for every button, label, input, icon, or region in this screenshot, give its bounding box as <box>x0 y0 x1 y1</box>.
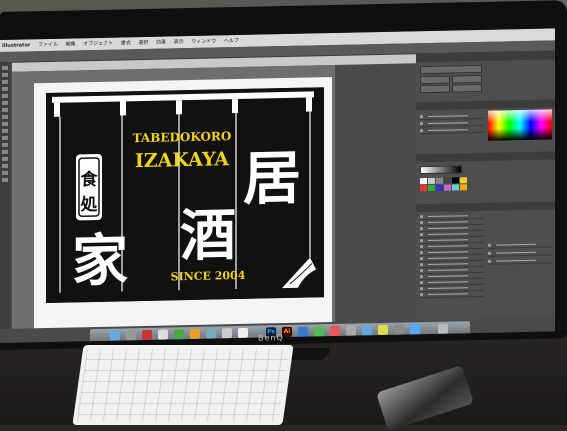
pen-tool-icon[interactable] <box>2 79 8 84</box>
pencil-tool-icon[interactable] <box>2 114 8 119</box>
font-size-field[interactable] <box>420 75 450 85</box>
app-icon[interactable] <box>346 325 356 336</box>
menu-file[interactable]: ファイル <box>38 42 58 48</box>
trash-icon[interactable] <box>438 323 448 334</box>
finder-icon[interactable] <box>110 330 120 341</box>
app-icon[interactable] <box>206 328 216 339</box>
rectangle-tool-icon[interactable] <box>2 100 8 105</box>
app-icon[interactable] <box>330 325 340 337</box>
tabedokoro-text: TABEDOKORO <box>133 129 232 145</box>
app-icon[interactable] <box>410 324 420 335</box>
character-panel-tabs[interactable] <box>416 51 555 63</box>
gradient-panel-tabs[interactable] <box>416 151 555 163</box>
kanji-left: 家 <box>72 227 128 294</box>
kanji-right: 居 <box>243 144 301 213</box>
actions-panel-tabs[interactable] <box>416 201 555 213</box>
tools-panel[interactable] <box>0 62 10 330</box>
app-icon[interactable] <box>362 325 372 336</box>
app-icon[interactable] <box>126 330 136 341</box>
gradient-tool-icon[interactable] <box>2 142 8 147</box>
layer-row[interactable] <box>488 257 552 265</box>
selection-tool-icon[interactable] <box>2 65 8 70</box>
label-char-1: 食 <box>81 169 99 190</box>
keyboard <box>72 345 294 425</box>
menu-view[interactable]: 表示 <box>174 39 184 45</box>
app-name[interactable]: Illustrator <box>2 42 30 49</box>
monitor-brand: BenQ <box>258 333 284 343</box>
noren-design[interactable]: 食 処 TABEDOKORO IZAKAYA 居 酒 家 SINCE 2004 <box>46 87 324 304</box>
izakaya-text: IZAKAYA <box>135 148 229 172</box>
line-tool-icon[interactable] <box>2 93 8 98</box>
rotate-tool-icon[interactable] <box>2 121 8 126</box>
font-field[interactable] <box>420 64 482 75</box>
appearance-panel-tabs[interactable] <box>416 99 555 111</box>
brush-tool-icon[interactable] <box>2 107 8 112</box>
appearance-row[interactable] <box>420 126 484 135</box>
menu-select[interactable]: 選択 <box>138 40 148 46</box>
kerning-field[interactable] <box>452 83 482 93</box>
blend-tool-icon[interactable] <box>2 156 8 161</box>
menu-help[interactable]: ヘルプ <box>224 38 239 44</box>
app-icon[interactable] <box>222 328 232 339</box>
color-spectrum[interactable] <box>488 109 552 141</box>
app-icon[interactable] <box>190 328 200 340</box>
direct-selection-tool-icon[interactable] <box>2 72 8 77</box>
app-icon[interactable] <box>298 326 308 337</box>
app-icon[interactable] <box>238 327 248 339</box>
scale-tool-icon[interactable] <box>2 128 8 133</box>
layer-row[interactable] <box>488 241 552 249</box>
artboard-tool-icon[interactable] <box>2 163 8 168</box>
hand-tool-icon[interactable] <box>2 170 8 175</box>
type-tool-icon[interactable] <box>2 86 8 91</box>
canvas-area[interactable]: 食 処 TABEDOKORO IZAKAYA 居 酒 家 SINCE 2004 <box>12 64 335 329</box>
app-icon[interactable] <box>142 329 152 341</box>
layer-row[interactable] <box>488 249 552 257</box>
eyedropper-tool-icon[interactable] <box>2 149 8 154</box>
menu-edit[interactable]: 編集 <box>66 41 76 47</box>
menu-window[interactable]: ウィンドウ <box>191 38 216 45</box>
panels-dock[interactable] <box>416 51 555 321</box>
app-icon[interactable] <box>378 324 388 336</box>
screen: Illustrator ファイル 編集 オブジェクト 書式 選択 効果 表示 ウ… <box>0 28 555 343</box>
menu-type[interactable]: 書式 <box>121 40 131 46</box>
label-char-2: 処 <box>80 195 98 215</box>
action-row[interactable] <box>420 290 484 299</box>
tracking-field[interactable] <box>420 84 450 94</box>
warp-tool-icon[interactable] <box>2 135 8 140</box>
app-icon[interactable] <box>158 329 168 340</box>
app-icon[interactable] <box>314 326 324 337</box>
menu-object[interactable]: オブジェクト <box>83 41 113 48</box>
app-icon[interactable] <box>174 329 184 340</box>
since-text: SINCE 2004 <box>171 269 246 284</box>
zoom-tool-icon[interactable] <box>2 177 8 182</box>
leading-field[interactable] <box>452 74 482 84</box>
monitor: Illustrator ファイル 編集 オブジェクト 書式 選択 効果 表示 ウ… <box>0 0 567 350</box>
menu-effect[interactable]: 効果 <box>156 40 166 46</box>
swatch-grid[interactable] <box>420 177 467 192</box>
app-icon[interactable] <box>394 324 404 335</box>
kanji-center: 酒 <box>180 202 236 269</box>
gradient-swatch[interactable] <box>420 165 462 175</box>
